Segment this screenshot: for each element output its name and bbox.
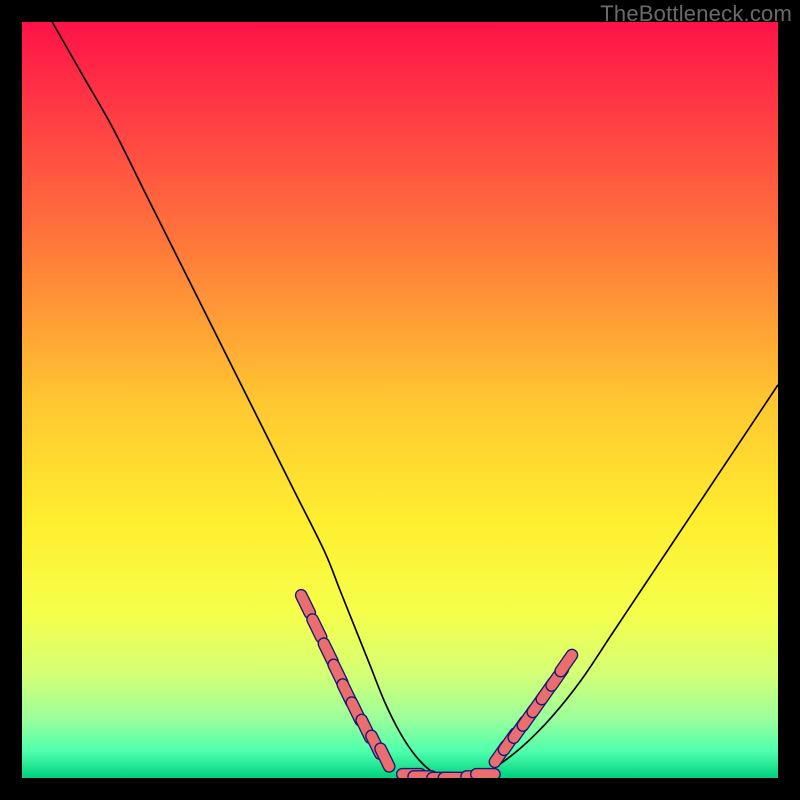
chart-frame: TheBottleneck.com (0, 0, 800, 800)
data-markers (294, 588, 580, 778)
bottleneck-curve (52, 22, 778, 778)
plot-area (22, 22, 778, 778)
curve-layer (22, 22, 778, 778)
marker-pill (471, 769, 500, 778)
